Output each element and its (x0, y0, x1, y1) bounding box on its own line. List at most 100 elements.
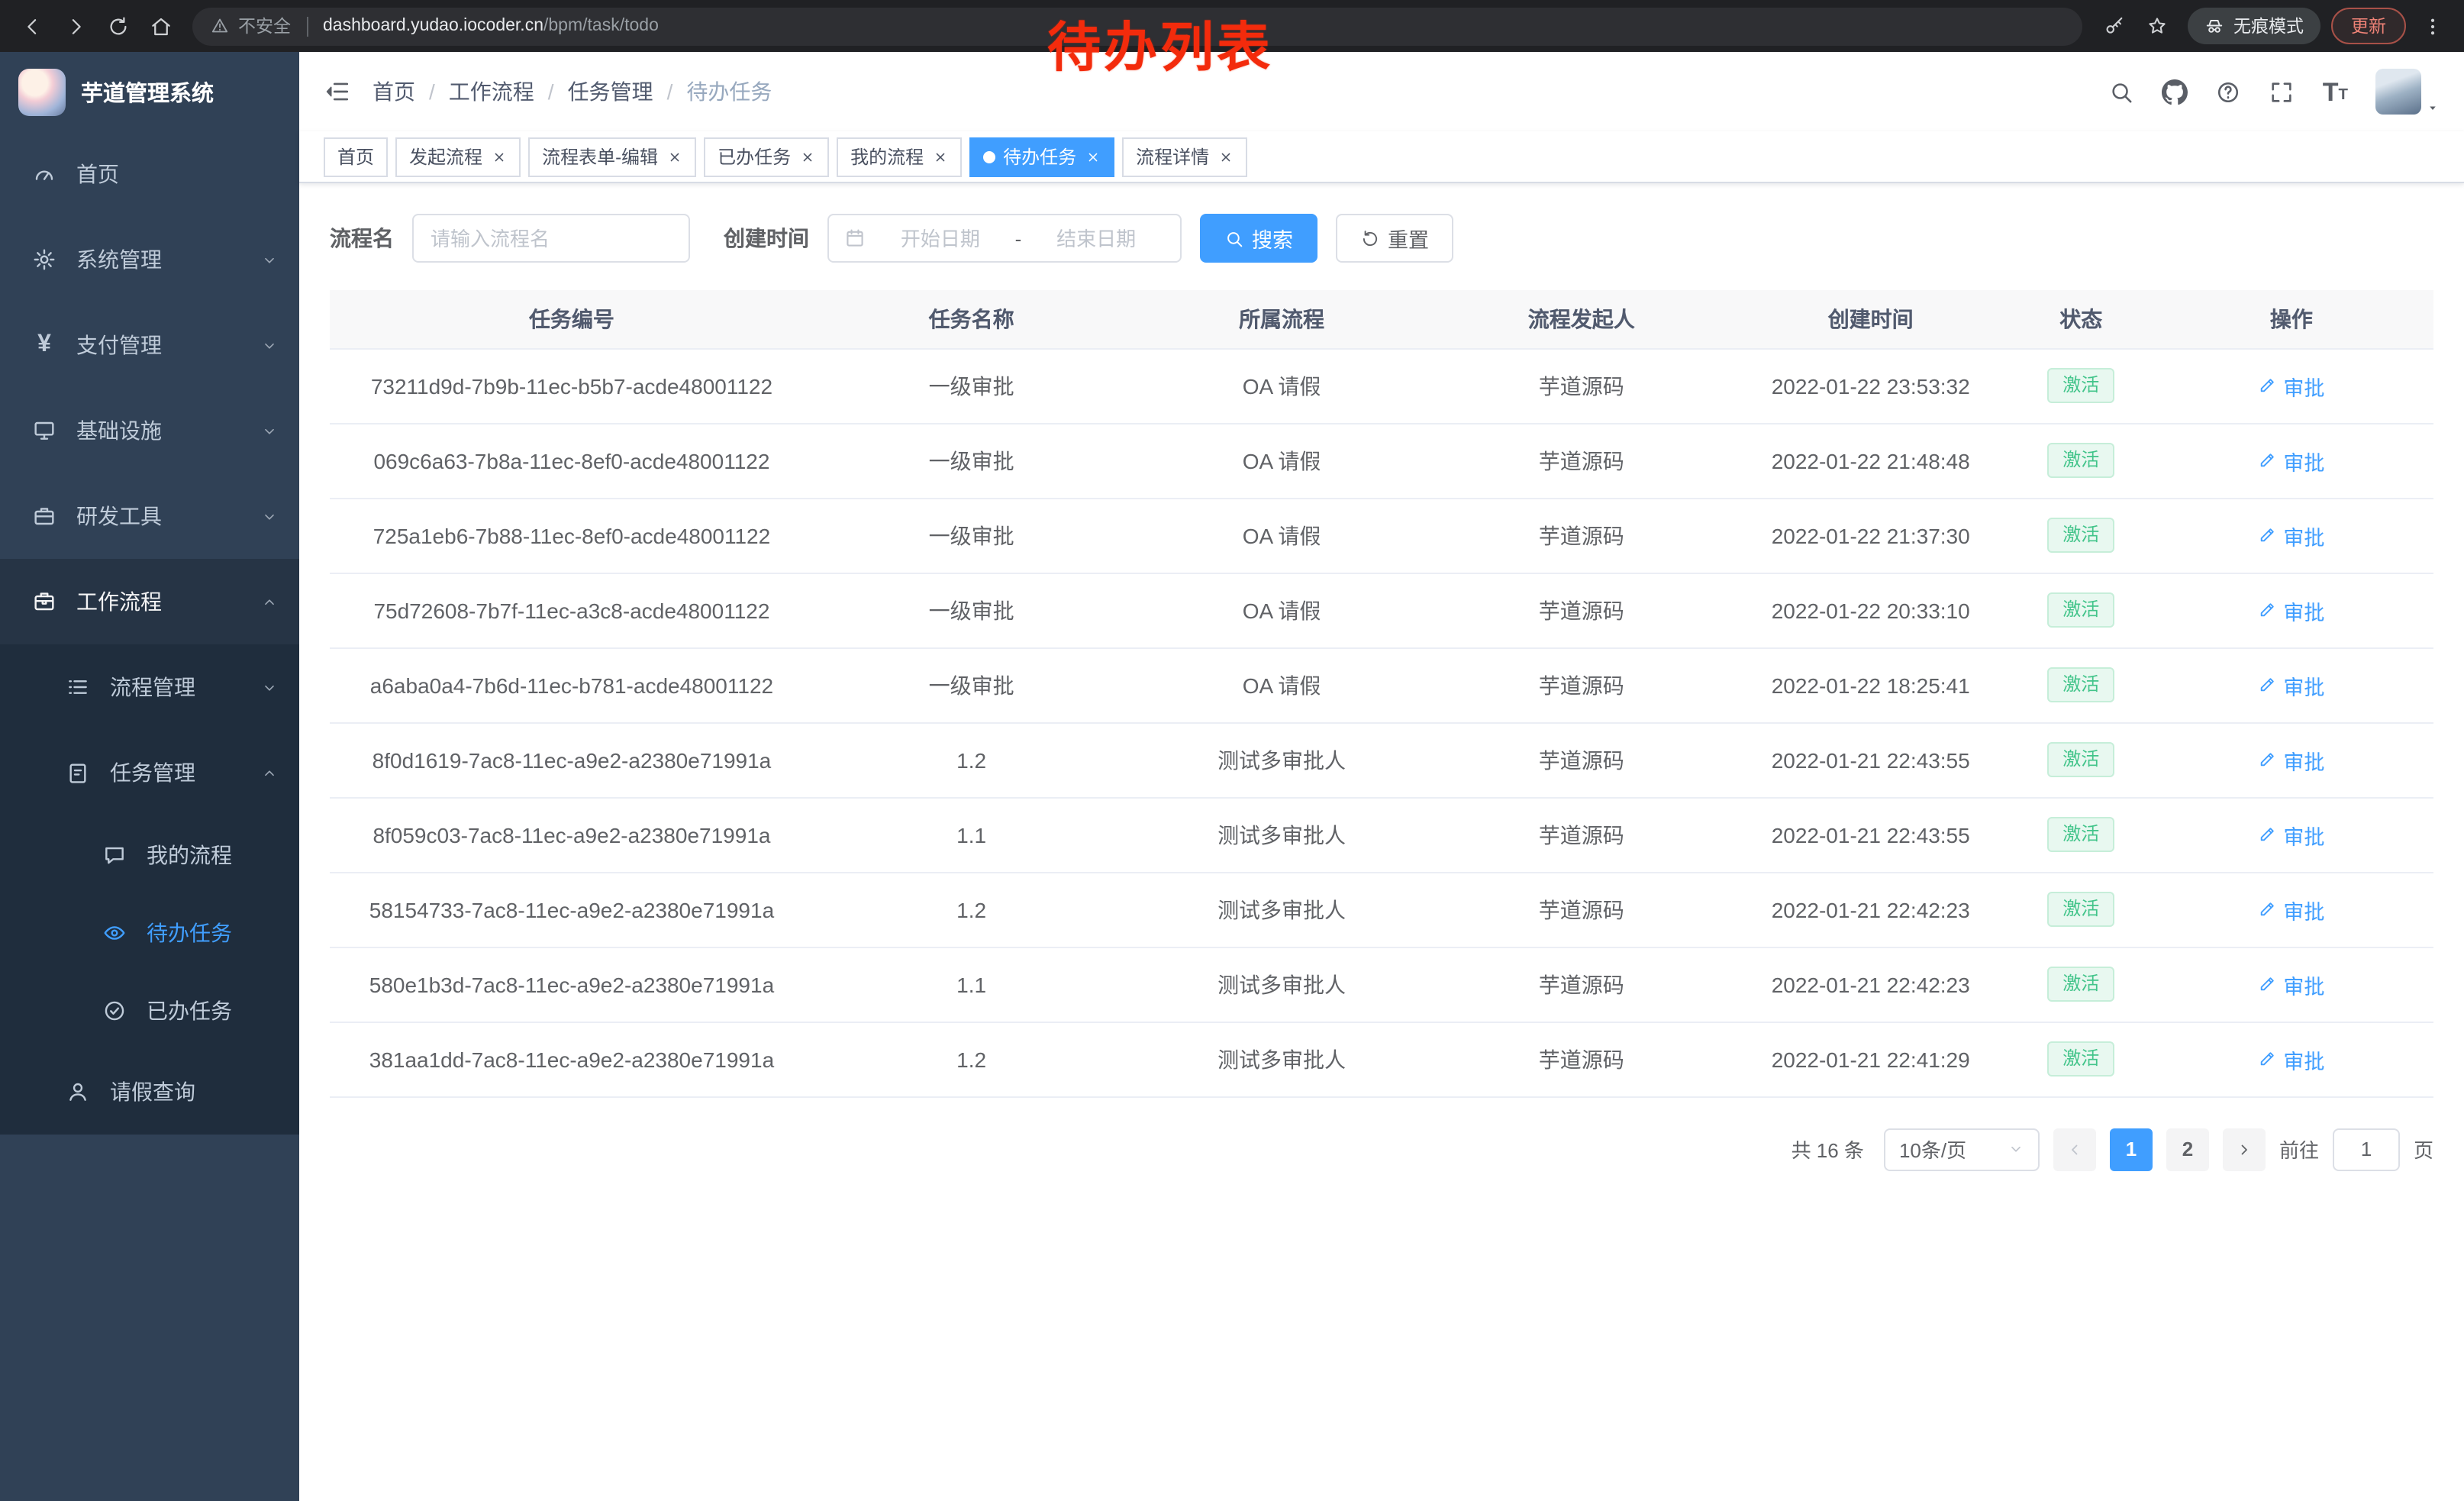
sidebar-item-infra[interactable]: 基础设施 (0, 388, 299, 473)
incognito-badge: 无痕模式 (2188, 8, 2320, 44)
tab-todo-tasks[interactable]: 待办任务 (969, 137, 1114, 176)
approve-link[interactable]: 审批 (2258, 370, 2324, 401)
breadcrumb-item[interactable]: 待办任务 (686, 76, 772, 107)
sidebar-item-done-tasks[interactable]: 已办任务 (0, 971, 299, 1049)
browser-toolbar: 不安全 dashboard.yudao.iocoder.cn/bpm/task/… (0, 0, 2464, 52)
sidebar: 芋道管理系统 首页系统管理¥支付管理基础设施研发工具工作流程流程管理任务管理我的… (0, 52, 299, 1501)
address-bar[interactable]: 不安全 dashboard.yudao.iocoder.cn/bpm/task/… (192, 7, 2082, 45)
update-button[interactable]: 更新 (2331, 8, 2406, 44)
page-button-2[interactable]: 2 (2166, 1128, 2209, 1170)
tab-close-icon[interactable] (933, 149, 948, 164)
refresh-icon[interactable] (98, 6, 137, 46)
sidebar-item-task-mgmt[interactable]: 任务管理 (0, 730, 299, 815)
date-range-picker[interactable]: - (827, 214, 1182, 263)
table-row: 8f0d1619-7ac8-11ec-a9e2-a2380e71991a1.2测… (330, 722, 2433, 797)
process-name-input[interactable] (412, 214, 690, 263)
sidebar-item-payment[interactable]: ¥支付管理 (0, 302, 299, 388)
approve-link[interactable]: 审批 (2258, 894, 2324, 925)
approve-link[interactable]: 审批 (2258, 445, 2324, 476)
bookmark-star-icon[interactable] (2137, 6, 2177, 46)
check-icon (101, 998, 128, 1022)
app-logo[interactable]: 芋道管理系统 (0, 52, 299, 131)
tab-close-icon[interactable] (1085, 149, 1101, 164)
approve-label: 审批 (2283, 969, 2324, 999)
back-icon[interactable] (12, 6, 52, 46)
page-buttons: 12 (2110, 1128, 2209, 1170)
logo-image (18, 68, 66, 115)
page-button-1[interactable]: 1 (2110, 1128, 2153, 1170)
sidebar-item-my-process[interactable]: 我的流程 (0, 815, 299, 893)
approve-label: 审批 (2283, 370, 2324, 401)
goto-page-input[interactable] (2333, 1128, 2400, 1170)
approve-link[interactable]: 审批 (2258, 520, 2324, 550)
hamburger-icon[interactable] (324, 78, 351, 105)
end-date-input[interactable] (1027, 227, 1165, 250)
task-name-cell: 一级审批 (814, 423, 1129, 498)
user-avatar[interactable] (2375, 69, 2421, 115)
password-key-icon[interactable] (2095, 6, 2134, 46)
tab-label: 待办任务 (1003, 144, 1076, 169)
approve-link[interactable]: 审批 (2258, 1044, 2324, 1074)
initiator-cell: 芋道源码 (1434, 647, 1729, 722)
initiator-cell: 芋道源码 (1434, 797, 1729, 872)
breadcrumb-item[interactable]: 任务管理 (568, 76, 653, 107)
select-caret-icon (2008, 1141, 2024, 1157)
approve-link[interactable]: 审批 (2258, 595, 2324, 625)
tab-close-icon[interactable] (800, 149, 815, 164)
tab-close-icon[interactable] (1218, 149, 1234, 164)
search-button[interactable]: 搜索 (1200, 214, 1317, 263)
tasks-table: 任务编号任务名称所属流程流程发起人创建时间状态操作 73211d9d-7b9b-… (330, 290, 2433, 1097)
tab-my-process[interactable]: 我的流程 (837, 137, 962, 176)
sidebar-item-todo-tasks[interactable]: 待办任务 (0, 893, 299, 971)
task-id-cell: 8f0d1619-7ac8-11ec-a9e2-a2380e71991a (330, 722, 814, 797)
textsize-icon[interactable]: TT (2323, 79, 2348, 105)
task-id-cell: a6aba0a4-7b6d-11ec-b781-acde48001122 (330, 647, 814, 722)
status-cell: 激活 (2013, 423, 2150, 498)
table-row: 580e1b3d-7ac8-11ec-a9e2-a2380e71991a1.1测… (330, 947, 2433, 1022)
approve-label: 审批 (2283, 670, 2324, 700)
browser-menu-icon[interactable] (2412, 6, 2452, 46)
sidebar-item-system[interactable]: 系统管理 (0, 217, 299, 302)
question-icon[interactable] (2216, 79, 2242, 105)
approve-link[interactable]: 审批 (2258, 744, 2324, 775)
tab-process-detail[interactable]: 流程详情 (1122, 137, 1247, 176)
sidebar-item-home[interactable]: 首页 (0, 131, 299, 217)
github-icon[interactable] (2162, 79, 2188, 105)
tab-done-tasks[interactable]: 已办任务 (704, 137, 829, 176)
home-icon[interactable] (140, 6, 180, 46)
sidebar-item-devtools[interactable]: 研发工具 (0, 473, 299, 559)
approve-link[interactable]: 审批 (2258, 969, 2324, 999)
main-area: 首页/工作流程/任务管理/待办任务 TT 首页发起流程流程表单-编辑已办任务我的… (299, 52, 2464, 1501)
start-date-input[interactable] (872, 227, 1009, 250)
sidebar-item-label: 已办任务 (147, 995, 278, 1025)
tab-home[interactable]: 首页 (324, 137, 388, 176)
tab-close-icon[interactable] (667, 149, 682, 164)
approve-link[interactable]: 审批 (2258, 670, 2324, 700)
sidebar-item-process-mgmt[interactable]: 流程管理 (0, 644, 299, 730)
sidebar-item-workflow[interactable]: 工作流程 (0, 559, 299, 644)
briefcase-icon (31, 504, 58, 528)
process-cell: 测试多审批人 (1129, 872, 1434, 947)
page-size-select[interactable]: 10条/页 (1884, 1128, 2040, 1170)
approve-link[interactable]: 审批 (2258, 819, 2324, 850)
security-label: 不安全 (238, 14, 291, 38)
breadcrumb-item[interactable]: 工作流程 (449, 76, 534, 107)
next-page-button[interactable] (2223, 1128, 2266, 1170)
prev-page-button[interactable] (2053, 1128, 2096, 1170)
fullscreen-icon[interactable] (2269, 79, 2295, 105)
tab-start-process[interactable]: 发起流程 (395, 137, 521, 176)
reset-button[interactable]: 重置 (1336, 214, 1453, 263)
tab-form-edit[interactable]: 流程表单-编辑 (528, 137, 696, 176)
sidebar-item-label: 首页 (76, 159, 278, 189)
created-time-cell: 2022-01-22 21:37:30 (1729, 498, 2013, 573)
sidebar-item-leave-query[interactable]: 请假查询 (0, 1049, 299, 1135)
forward-icon[interactable] (55, 6, 95, 46)
breadcrumb-item[interactable]: 首页 (373, 76, 415, 107)
search-icon[interactable] (2109, 79, 2135, 105)
monitor-icon (31, 418, 58, 443)
action-cell: 审批 (2150, 722, 2433, 797)
yen-icon: ¥ (31, 333, 58, 357)
tab-close-icon[interactable] (492, 149, 507, 164)
task-name-cell: 1.2 (814, 1022, 1129, 1096)
user-menu[interactable] (2375, 69, 2440, 115)
